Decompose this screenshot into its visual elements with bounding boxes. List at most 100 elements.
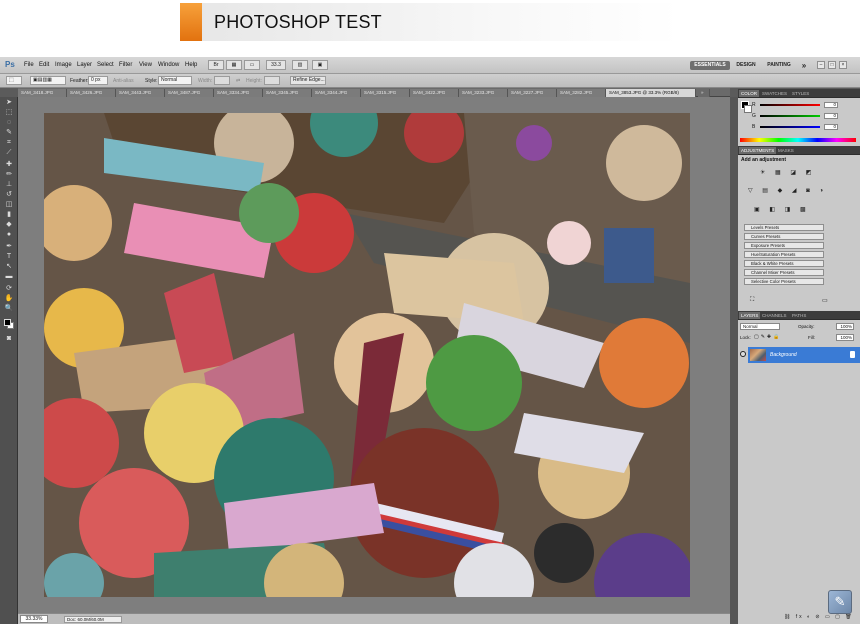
zoom-tool-icon[interactable]: 🔍 xyxy=(4,305,14,313)
preset-hue-saturation[interactable]: Hue/Saturation Presets xyxy=(744,251,824,258)
move-tool-icon[interactable]: ➤ xyxy=(4,99,14,107)
adjustment-icons-row-2[interactable]: ▽ ▤ ◆ ◢ ◙ ◑ xyxy=(748,187,827,195)
tab-adjustments[interactable]: ADJUSTMENTS xyxy=(739,147,777,154)
app-shortcut-icon[interactable]: ✎ xyxy=(828,590,852,614)
tab-channels[interactable]: CHANNELS xyxy=(760,312,789,319)
tab-styles[interactable]: STYLES xyxy=(790,90,811,97)
dodge-tool-icon[interactable]: ● xyxy=(4,231,14,239)
lock-icons[interactable]: ▢✎✚🔒 xyxy=(754,334,781,340)
menu-layer[interactable]: Layer xyxy=(77,62,92,68)
maximize-button[interactable]: □ xyxy=(828,61,836,69)
height-input[interactable] xyxy=(264,76,280,85)
blend-mode-select[interactable]: Normal xyxy=(740,323,780,330)
canvas-area[interactable] xyxy=(18,97,730,613)
opacity-input[interactable]: 100% xyxy=(836,323,854,330)
quick-selection-tool-icon[interactable]: ✎ xyxy=(4,129,14,137)
document-image[interactable] xyxy=(44,113,690,597)
color-background-swatch[interactable] xyxy=(744,105,752,113)
quick-mask-icon[interactable]: ◙ xyxy=(4,335,14,343)
color-slider-blue[interactable]: B 0 xyxy=(752,124,840,130)
marquee-tool-icon[interactable]: ⬚ xyxy=(4,109,14,117)
fill-input[interactable]: 100% xyxy=(836,334,854,341)
lasso-tool-icon[interactable]: ◌ xyxy=(4,119,14,127)
green-channel-track[interactable] xyxy=(760,115,820,117)
shape-tool-icon[interactable]: ▬ xyxy=(4,273,14,281)
blur-tool-icon[interactable]: ◆ xyxy=(4,221,14,229)
document-tab[interactable]: SAM_3426.JPG xyxy=(67,89,116,97)
document-size-info[interactable]: Doc: 60.0M/60.0M xyxy=(64,616,122,623)
workspace-design[interactable]: DESIGN xyxy=(734,61,758,70)
menu-file[interactable]: File xyxy=(24,62,34,68)
eyedropper-tool-icon[interactable]: ⟋ xyxy=(4,149,14,157)
3d-rotate-tool-icon[interactable]: ⟳ xyxy=(4,285,14,293)
document-tab[interactable]: SAM_3345.JPG xyxy=(263,89,312,97)
foreground-background-color-swatch[interactable] xyxy=(4,319,14,329)
status-zoom-field[interactable]: 33.33% xyxy=(20,615,48,623)
preset-selective-color[interactable]: Selective Color Presets xyxy=(744,278,824,285)
color-slider-green[interactable]: G 0 xyxy=(752,113,840,119)
swap-icon[interactable]: ⇄ xyxy=(236,78,240,84)
workspace-essentials[interactable]: ESSENTIALS xyxy=(690,61,730,70)
preset-levels[interactable]: Levels Presets xyxy=(744,224,824,231)
red-channel-track[interactable] xyxy=(760,104,820,106)
selection-mode-icons[interactable]: ▣▤▥▦ xyxy=(30,76,66,85)
width-input[interactable] xyxy=(214,76,230,85)
tab-masks[interactable]: MASKS xyxy=(776,147,796,154)
color-slider-red[interactable]: R 0 xyxy=(752,102,840,108)
color-spectrum-bar[interactable] xyxy=(740,138,856,142)
document-tab[interactable]: SAM_3418.JPG xyxy=(18,89,67,97)
adjustment-clip-icon[interactable]: ▭ xyxy=(822,297,828,304)
preset-curves[interactable]: Curves Presets xyxy=(744,233,824,240)
tab-layers[interactable]: LAYERS xyxy=(739,312,761,319)
document-tab[interactable]: SAM_3233.JPG xyxy=(459,89,508,97)
type-tool-icon[interactable]: T xyxy=(4,253,14,261)
eraser-tool-icon[interactable]: ◫ xyxy=(4,201,14,209)
screen-mode-icon[interactable]: ▣ xyxy=(312,60,328,70)
layer-visibility-eye-icon[interactable] xyxy=(740,351,746,357)
clone-stamp-tool-icon[interactable]: ⊥ xyxy=(4,181,14,189)
menu-edit[interactable]: Edit xyxy=(39,62,49,68)
crop-tool-icon[interactable]: ⌗ xyxy=(4,139,14,147)
menu-view[interactable]: View xyxy=(139,62,152,68)
document-tab[interactable]: SAM_3334.JPG xyxy=(214,89,263,97)
adjustment-icons-row-1[interactable]: ☀ ▦ ◪ ◩ xyxy=(760,169,815,177)
menu-image[interactable]: Image xyxy=(55,62,72,68)
layers-footer-icons[interactable]: ⛓ fx ◐ ⊘ ▭ ▢ 🗑 xyxy=(784,614,854,620)
adjustment-mask-icon[interactable]: ⛶ xyxy=(750,297,754,304)
refine-edge-button[interactable]: Refine Edge... xyxy=(290,76,326,85)
brush-tool-icon[interactable]: ✏ xyxy=(4,171,14,179)
preset-exposure[interactable]: Exposure Presets xyxy=(744,242,824,249)
zoom-level-dropdown[interactable]: 33.3 xyxy=(266,60,286,70)
workspace-painting[interactable]: PAINTING xyxy=(764,61,794,70)
extras-icon[interactable]: ▭ xyxy=(244,60,260,70)
preset-channel-mixer[interactable]: Channel Mixer Presets xyxy=(744,269,824,276)
mini-bridge-icon[interactable]: ▦ xyxy=(226,60,242,70)
document-tab[interactable]: SAM_3422.JPG xyxy=(410,89,459,97)
foreground-color-swatch[interactable] xyxy=(4,319,11,326)
document-tab-active[interactable]: SAM_3853.JPG @ 33.3% (RGB/8) xyxy=(606,89,696,97)
layer-row-background[interactable]: Background xyxy=(748,347,860,363)
minimize-button[interactable]: – xyxy=(817,61,825,69)
document-tab[interactable]: SAM_3315.JPG xyxy=(361,89,410,97)
menu-select[interactable]: Select xyxy=(97,62,114,68)
menu-filter[interactable]: Filter xyxy=(119,62,132,68)
tab-overflow-icon[interactable]: » xyxy=(698,89,710,97)
blue-channel-value[interactable]: 0 xyxy=(824,124,838,130)
close-button[interactable]: × xyxy=(839,61,847,69)
path-selection-tool-icon[interactable]: ↖ xyxy=(4,263,14,271)
tab-swatches[interactable]: SWATCHES xyxy=(760,90,789,97)
bridge-icon[interactable]: Br xyxy=(208,60,224,70)
tab-color[interactable]: COLOR xyxy=(739,90,760,97)
menu-help[interactable]: Help xyxy=(185,62,197,68)
menu-window[interactable]: Window xyxy=(158,62,179,68)
adjustment-icons-row-3[interactable]: ▣ ◧ ◨ ▩ xyxy=(754,206,810,214)
healing-brush-tool-icon[interactable]: ✚ xyxy=(4,161,14,169)
preset-black-white[interactable]: Black & White Presets xyxy=(744,260,824,267)
tab-paths[interactable]: PATHS xyxy=(790,312,808,319)
document-tab[interactable]: SAM_3227.JPG xyxy=(508,89,557,97)
document-tab[interactable]: SAM_3344.JPG xyxy=(312,89,361,97)
feather-input[interactable]: 0 px xyxy=(88,76,108,85)
document-tab[interactable]: SAM_3487.JPG xyxy=(165,89,214,97)
document-tab[interactable]: SAM_3443.JPG xyxy=(116,89,165,97)
marquee-tool-preset-icon[interactable]: ⬚ xyxy=(6,76,22,85)
